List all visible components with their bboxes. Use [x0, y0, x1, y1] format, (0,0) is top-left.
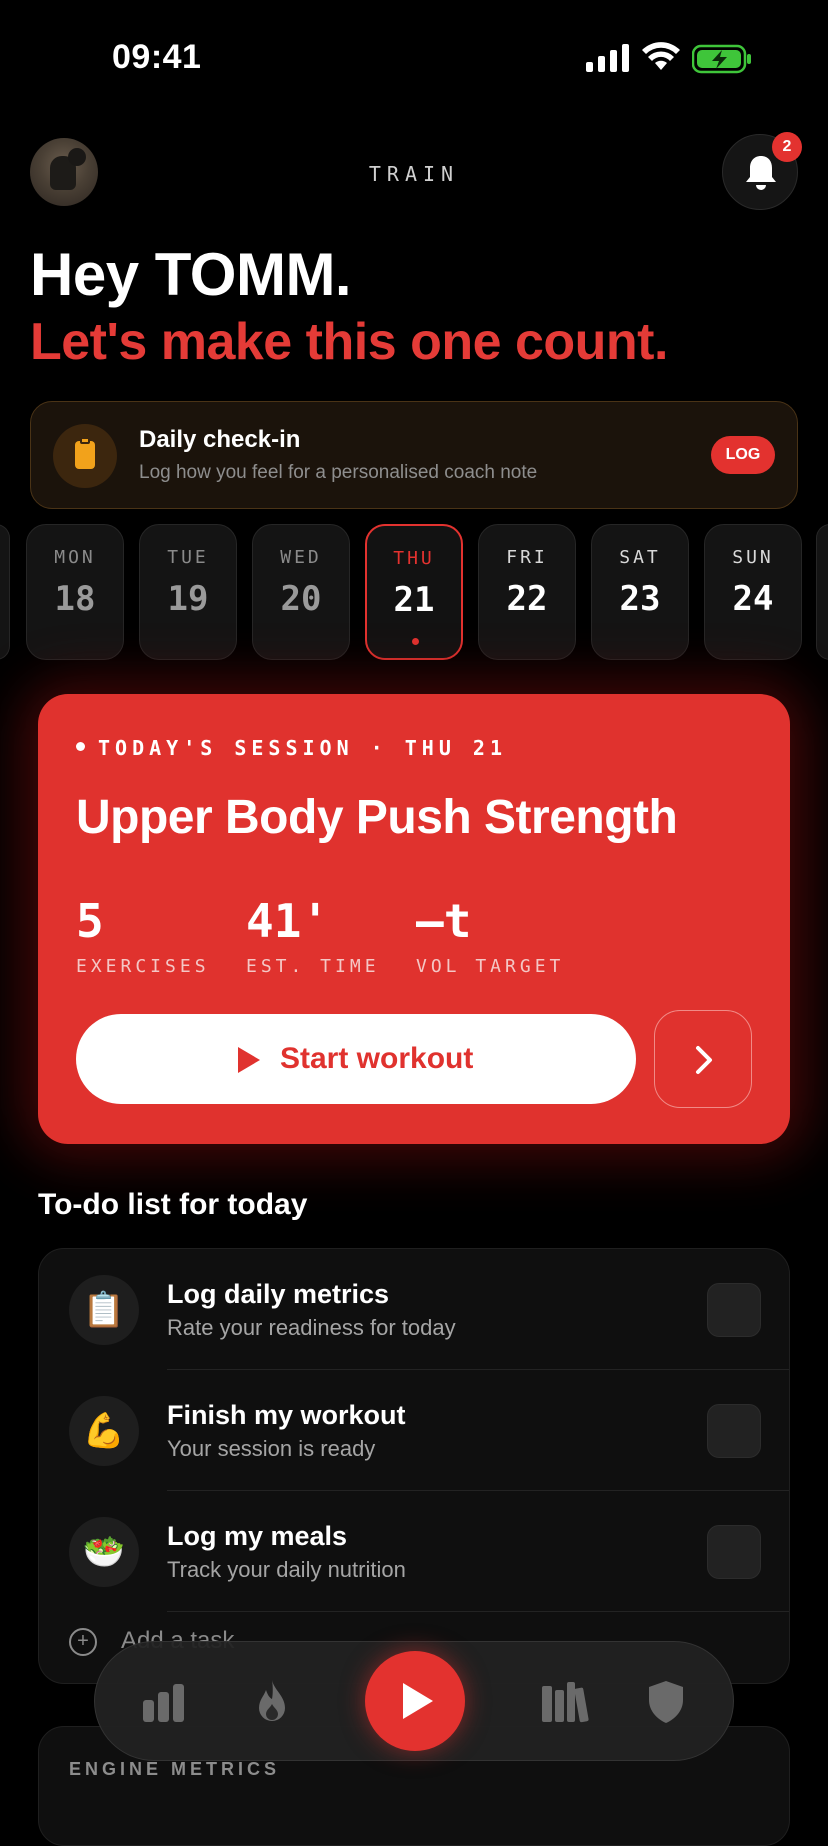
- flame-icon[interactable]: [247, 1678, 297, 1726]
- session-label-dot: [76, 742, 85, 751]
- checkin-title: Daily check-in: [139, 426, 301, 453]
- todo-item-finish-workout[interactable]: 💪 Finish my workout Your session is read…: [39, 1370, 789, 1491]
- todo-item-title: Log my meals: [167, 1521, 348, 1551]
- play-icon: [238, 1047, 260, 1073]
- todo-item-log-meals[interactable]: 🥗 Log my meals Track your daily nutritio…: [39, 1491, 789, 1612]
- bell-icon: [746, 156, 776, 190]
- daily-checkin-card[interactable]: Daily check-in Log how you feel for a pe…: [30, 401, 798, 509]
- notification-badge: 2: [772, 132, 802, 162]
- session-details-button[interactable]: [654, 1010, 752, 1108]
- day-mon[interactable]: MON 18: [26, 524, 124, 660]
- screen-title: TRAIN: [368, 162, 460, 186]
- engine-metrics-label: ENGINE METRICS: [69, 1759, 281, 1779]
- battery-charging-icon: [692, 44, 751, 74]
- wifi-icon: [642, 42, 680, 70]
- flexed-biceps-icon: 💪: [69, 1396, 139, 1466]
- plus-circle-icon: +: [69, 1627, 97, 1656]
- greeting-subtitle: Let's make this one count.: [30, 313, 668, 371]
- todo-heading: To-do list for today: [38, 1188, 308, 1221]
- day-thu-selected[interactable]: THU 21: [365, 524, 463, 660]
- todo-item-subtitle: Your session is ready: [167, 1436, 376, 1461]
- day-sun[interactable]: SUN 24: [704, 524, 802, 660]
- checkin-log-button[interactable]: LOG: [711, 436, 775, 474]
- library-icon[interactable]: [539, 1678, 589, 1726]
- todo-item-subtitle: Track your daily nutrition: [167, 1557, 406, 1582]
- greeting-title: Hey TOMM.: [30, 241, 352, 308]
- session-title: Upper Body Push Strength: [76, 791, 678, 844]
- day-sat[interactable]: SAT 23: [591, 524, 689, 660]
- todo-item-subtitle: Rate your readiness for today: [167, 1315, 456, 1340]
- play-icon[interactable]: [365, 1651, 465, 1751]
- todo-item-title: Log daily metrics: [167, 1279, 390, 1309]
- clipboard-icon: 📋: [69, 1275, 139, 1345]
- todays-session-card: TODAY'S SESSION · THU 21 Upper Body Push…: [38, 694, 790, 1144]
- salad-icon: 🥗: [69, 1517, 139, 1587]
- todo-item-log-metrics[interactable]: 📋 Log daily metrics Rate your readiness …: [39, 1249, 789, 1370]
- todo-item-title: Finish my workout: [167, 1400, 406, 1430]
- shield-icon[interactable]: [641, 1678, 691, 1726]
- chevron-right-icon: [696, 1046, 712, 1074]
- divider: [167, 1611, 789, 1612]
- todo-checkbox[interactable]: [707, 1525, 761, 1579]
- cellular-signal-icon: [586, 44, 629, 72]
- todo-list: 📋 Log daily metrics Rate your readiness …: [38, 1248, 790, 1684]
- day-strip-edge-left: [0, 524, 10, 660]
- todo-checkbox[interactable]: [707, 1283, 761, 1337]
- day-fri[interactable]: FRI 22: [478, 524, 576, 660]
- session-label: TODAY'S SESSION · THU 21: [98, 736, 507, 760]
- day-tue[interactable]: TUE 19: [139, 524, 237, 660]
- stats-icon[interactable]: [139, 1678, 189, 1726]
- bottom-nav-bar: [94, 1641, 734, 1761]
- checkin-subtitle: Log how you feel for a personalised coac…: [139, 462, 538, 483]
- todo-checkbox[interactable]: [707, 1404, 761, 1458]
- clipboard-icon: [53, 424, 117, 488]
- start-workout-button[interactable]: Start workout: [76, 1014, 636, 1104]
- day-wed[interactable]: WED 20: [252, 524, 350, 660]
- status-time: 09:41: [112, 38, 202, 76]
- day-strip-edge-right: [816, 524, 828, 660]
- start-workout-label: Start workout: [280, 1042, 474, 1075]
- today-indicator-dot: [412, 638, 419, 645]
